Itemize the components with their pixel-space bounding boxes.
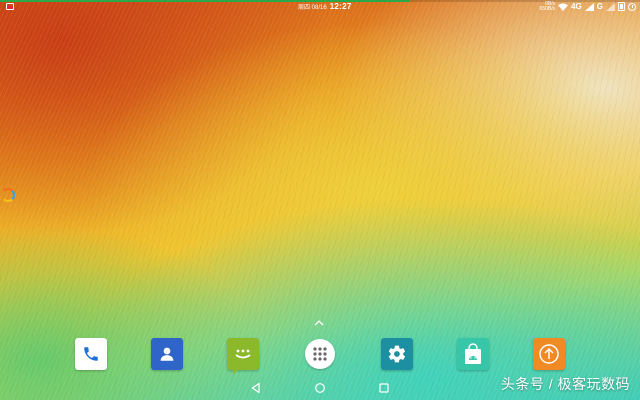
home-icon[interactable] (314, 382, 326, 394)
app-drawer-button[interactable] (305, 339, 335, 369)
settings-app-icon[interactable] (381, 338, 413, 370)
wifi-icon (558, 2, 569, 11)
chevron-up-icon[interactable] (314, 320, 324, 326)
net-speed-down: 650B/s (539, 5, 556, 12)
status-bar: 周四 08/16 12:27 0B/s 650B/s 4G G (0, 0, 640, 13)
gear-icon (388, 345, 406, 363)
status-date: 周四 08/16 (298, 5, 327, 11)
network-type-secondary: G (596, 2, 603, 11)
network-type: 4G (571, 2, 582, 11)
signal-icon-2 (606, 2, 615, 11)
status-icons: 0B/s 650B/s 4G G (540, 1, 636, 12)
back-icon[interactable] (250, 382, 262, 394)
status-time: 12:27 (329, 2, 352, 11)
messages-icon (235, 349, 251, 359)
app-dock (0, 338, 640, 376)
watermark-text: 头条号 / 极客玩数码 (500, 376, 630, 392)
upload-arrow-icon (539, 344, 559, 364)
system-update-app-icon[interactable] (533, 338, 565, 370)
alarm-icon (628, 2, 636, 11)
clock: 周四 08/16 12:27 (298, 2, 352, 11)
shopping-bag-icon (465, 343, 481, 364)
battery-icon (618, 2, 625, 11)
notification-icon[interactable] (6, 3, 14, 10)
network-speed: 0B/s 650B/s (539, 1, 556, 12)
loading-spinner-icon (1, 188, 15, 202)
signal-icon (584, 2, 594, 11)
phone-icon (84, 347, 98, 361)
contacts-app-icon[interactable] (151, 338, 183, 370)
phone-app-icon[interactable] (75, 338, 107, 370)
app-grid-icon (313, 347, 327, 361)
home-screen: { "status_bar": { "progress": 0.64, "pro… (0, 0, 640, 400)
messages-app-icon[interactable] (227, 338, 259, 375)
contacts-icon (160, 347, 174, 361)
recents-icon[interactable] (378, 382, 390, 394)
app-store-icon[interactable] (457, 338, 489, 370)
